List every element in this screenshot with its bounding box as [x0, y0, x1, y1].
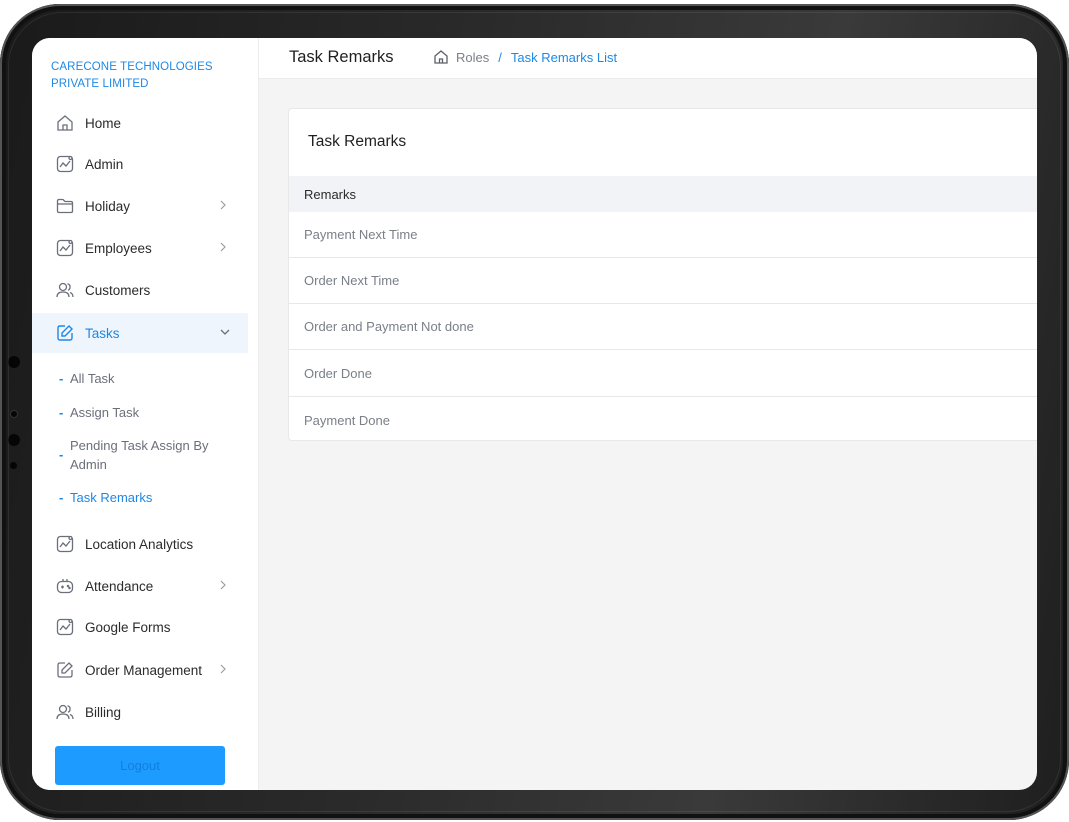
table-row[interactable]: Payment Done [289, 397, 1037, 443]
company-name: CARECONE TECHNOLOGIES PRIVATE LIMITED [51, 61, 213, 90]
sidebar-subitem-label: Pending Task Assign By Admin [70, 438, 209, 472]
sidebar-item-home[interactable]: Home [32, 103, 248, 143]
app-screen: CARECONE TECHNOLOGIES PRIVATE LIMITED Ho… [32, 38, 1037, 790]
sidebar-item-label: Admin [85, 156, 124, 172]
chevron-right-icon [220, 200, 226, 210]
table-row[interactable]: Order Next Time [289, 258, 1037, 304]
page-title: Task Remarks [289, 48, 394, 66]
logout-button[interactable]: Logout [55, 746, 225, 785]
sidebar-item-tasks[interactable]: Tasks [32, 313, 248, 353]
camera-dot [10, 462, 17, 469]
sidebar-subitem-pending-task[interactable]: - Pending Task Assign By Admin [59, 436, 224, 474]
users-icon [54, 280, 75, 301]
table-cell: Payment Next Time [304, 227, 418, 242]
chart-icon [54, 154, 75, 175]
chart-icon [54, 534, 75, 555]
table-row[interactable]: Payment Next Time [289, 212, 1037, 258]
edit-icon [54, 660, 75, 681]
chevron-right-icon [220, 580, 226, 590]
sidebar-item-label: Tasks [85, 325, 120, 341]
chevron-right-icon [220, 242, 226, 252]
task-remarks-card: Task Remarks Remarks Payment Next Time O… [288, 108, 1037, 441]
sidebar-item-label: Billing [85, 704, 122, 720]
home-icon[interactable] [433, 49, 449, 65]
sidebar-subitem-assign-task[interactable]: - Assign Task [59, 403, 229, 422]
gamepad-icon [54, 576, 75, 597]
table-row[interactable]: Order Done [289, 351, 1037, 397]
breadcrumb: Roles / Task Remarks List [433, 49, 617, 65]
sidebar-subitem-label: Task Remarks [70, 490, 153, 505]
table-cell: Payment Done [304, 412, 390, 428]
sidebar-item-label: Home [85, 115, 122, 131]
sidebar: CARECONE TECHNOLOGIES PRIVATE LIMITED Ho… [32, 38, 259, 790]
sidebar-item-admin[interactable]: Admin [32, 144, 248, 184]
sidebar-item-google-forms[interactable]: Google Forms [32, 607, 248, 647]
sidebar-item-location-analytics[interactable]: Location Analytics [32, 524, 248, 564]
sidebar-subitem-all-task[interactable]: - All Task [59, 369, 229, 388]
sidebar-item-billing[interactable]: Billing [32, 692, 248, 732]
chevron-down-icon [220, 329, 230, 335]
chart-icon [54, 617, 75, 638]
breadcrumb-roles[interactable]: Roles [456, 50, 489, 65]
sidebar-item-customers[interactable]: Customers [32, 270, 248, 310]
breadcrumb-task-remarks-list[interactable]: Task Remarks List [511, 50, 617, 65]
camera-dot [8, 434, 20, 446]
table-row[interactable]: Order and Payment Not done [289, 304, 1037, 350]
sidebar-item-label: Google Forms [85, 619, 171, 635]
folder-icon [54, 196, 75, 217]
table-cell: Order Next Time [304, 273, 400, 288]
table-cell: Order Done [304, 366, 372, 381]
column-header-remarks: Remarks [304, 186, 357, 202]
chevron-right-icon [220, 664, 226, 674]
sidebar-item-label: Location Analytics [85, 536, 194, 552]
breadcrumb-separator: / [498, 49, 502, 65]
top-header: Task Remarks Roles / Task Remarks List [259, 38, 1037, 79]
camera-dot [8, 356, 20, 368]
sidebar-subitem-label: All Task [70, 371, 115, 386]
card-title: Task Remarks [308, 133, 407, 150]
sidebar-item-label: Holiday [85, 198, 131, 214]
sidebar-item-label: Order Management [85, 662, 203, 678]
sidebar-item-order-management[interactable]: Order Management [32, 650, 248, 690]
sidebar-item-holiday[interactable]: Holiday [32, 186, 248, 226]
home-icon [54, 113, 75, 134]
chart-icon [54, 238, 75, 259]
sidebar-item-attendance[interactable]: Attendance [32, 566, 248, 606]
camera-dot [10, 410, 18, 418]
sidebar-item-label: Employees [85, 240, 152, 256]
edit-icon [54, 323, 75, 344]
table-cell: Order and Payment Not done [304, 319, 474, 334]
sidebar-item-employees[interactable]: Employees [32, 228, 248, 268]
users-icon [54, 702, 75, 723]
table-header: Remarks [289, 176, 1037, 212]
sidebar-subitem-task-remarks[interactable]: - Task Remarks [59, 488, 229, 507]
sidebar-item-label: Attendance [85, 578, 154, 594]
sidebar-item-label: Customers [85, 282, 151, 298]
sidebar-subitem-label: Assign Task [70, 405, 140, 420]
